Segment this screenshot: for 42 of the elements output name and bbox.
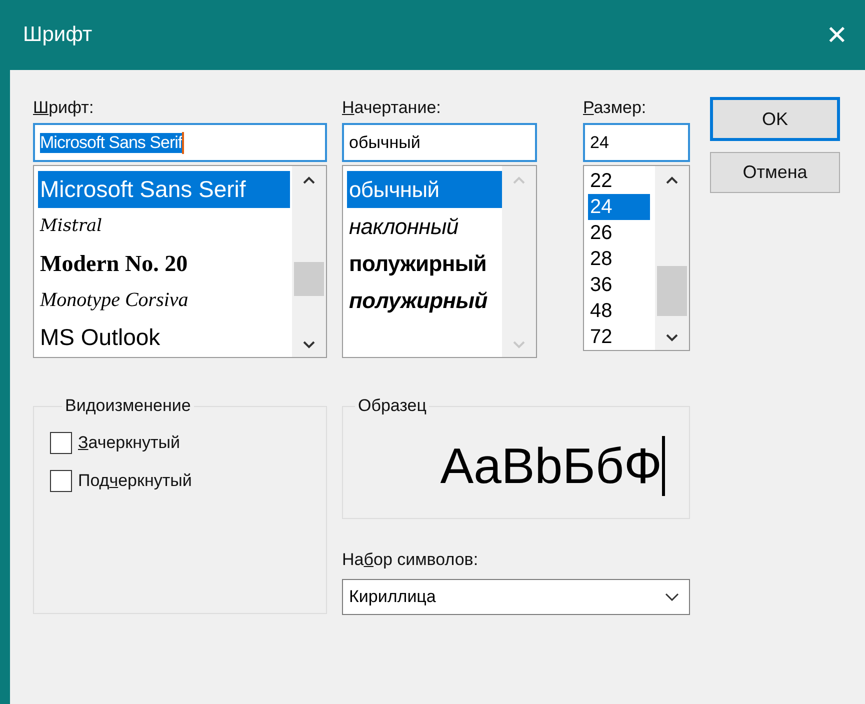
sample-text: AaBbБбФ [440,437,662,495]
style-list-item[interactable]: полужирный [347,245,487,282]
close-button[interactable]: ✕ [817,15,857,55]
font-style-field[interactable]: обычный [342,123,537,162]
size-list-item[interactable]: 28 [588,246,650,272]
font-list-item[interactable]: Monotype Corsiva [38,282,188,319]
font-list-item[interactable]: Mistral [38,208,102,245]
style-list-item[interactable]: наклонный [347,208,458,245]
group-title: Видоизменение [64,396,192,416]
scroll-thumb[interactable] [657,266,687,316]
scroll-down-icon[interactable] [666,334,678,342]
font-label: Шрифт: [33,97,95,119]
font-size-field[interactable]: 24 [583,123,690,162]
charset-dropdown[interactable]: Кириллица [342,579,690,615]
checkbox-label: Подчеркнутый [78,470,192,492]
window-title: Шрифт [23,23,92,47]
size-list-item[interactable]: 22 [588,168,650,194]
scroll-down-icon[interactable] [303,341,315,349]
size-list-item[interactable]: 36 [588,272,650,298]
size-list-item[interactable]: 26 [588,220,650,246]
style-list-item[interactable]: обычный [347,171,502,208]
size-list-item[interactable]: 48 [588,298,650,324]
scroll-thumb[interactable] [294,262,324,296]
style-label: Начертание: [342,97,442,119]
ok-button[interactable]: OK [710,97,840,141]
font-name-field[interactable]: Microsoft Sans Serif [33,123,327,162]
style-list-item[interactable]: полужирный [347,282,488,319]
size-list-item[interactable]: 24 [588,194,650,220]
checkbox[interactable] [50,470,72,492]
scroll-up-icon[interactable] [666,176,678,184]
size-label: Размер: [583,97,648,119]
charset-label: Набор символов: [342,549,480,571]
font-list-item[interactable]: MS Outlook [38,319,160,356]
group-title: Образец [357,396,428,416]
size-list-item[interactable]: 72 [588,324,650,350]
cancel-button[interactable]: Отмена [710,152,840,193]
scroll-up-icon[interactable] [303,176,315,184]
checkbox[interactable] [50,432,72,454]
font-list-item[interactable]: Microsoft Sans Serif [38,171,290,208]
font-list-item[interactable]: Modern No. 20 [38,245,188,282]
checkbox-label: Зачеркнутый [78,432,180,454]
chevron-down-icon [665,593,679,601]
